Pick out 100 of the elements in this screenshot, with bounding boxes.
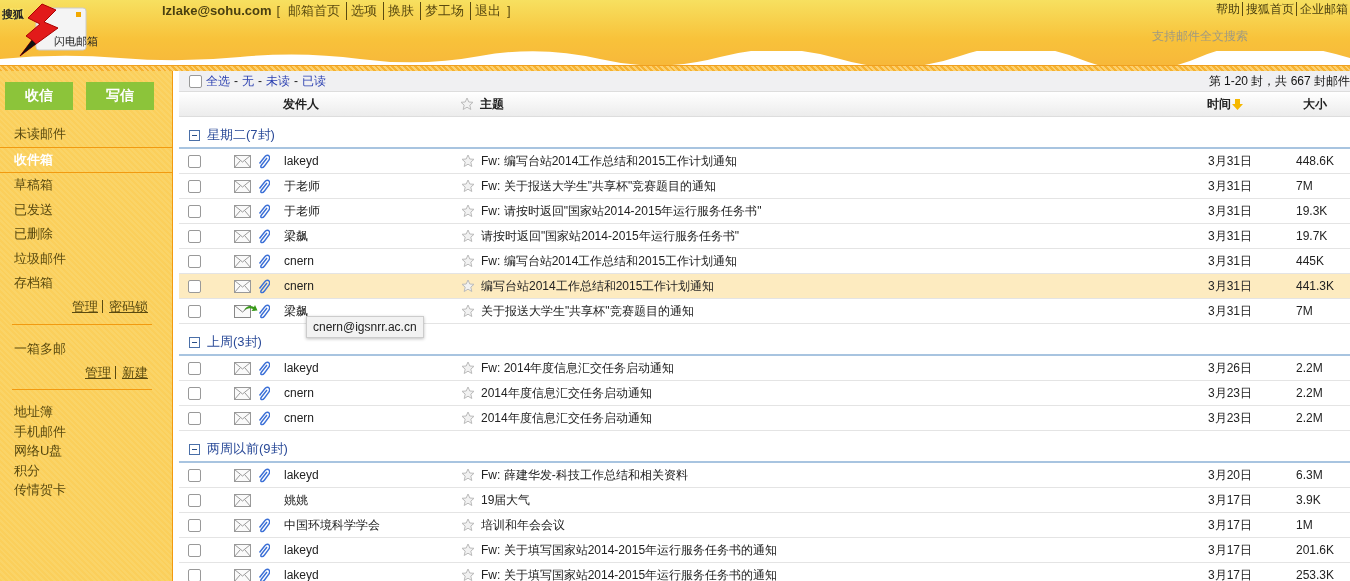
top-link[interactable]: 搜狐首页 [1242, 2, 1296, 16]
collapse-icon[interactable] [189, 336, 200, 348]
star-icon[interactable] [461, 279, 475, 293]
mail-row[interactable]: lakeyd Fw: 2014年度信息汇交任务启动通知 3月26日 2.2M [179, 356, 1350, 381]
row-checkbox[interactable] [188, 468, 201, 482]
group-title: 两周以前(9封) [207, 440, 288, 458]
nav-link[interactable]: 退出 [470, 2, 508, 20]
star-icon[interactable] [461, 468, 475, 482]
tool-item[interactable]: 传情贺卡 [0, 480, 172, 500]
tool-item[interactable]: 手机邮件 [0, 421, 172, 441]
row-checkbox[interactable] [188, 361, 201, 375]
column-header[interactable]: 大小 [1303, 95, 1327, 113]
mail-row[interactable]: cnern 2014年度信息汇交任务启动通知 3月23日 2.2M [179, 406, 1350, 431]
star-icon[interactable] [461, 179, 475, 193]
paperclip-icon [258, 517, 270, 533]
mail-row[interactable]: 姚姚 19届大气 3月17日 3.9K [179, 488, 1350, 513]
select-all-checkbox[interactable] [189, 74, 202, 88]
mail-row[interactable]: cnern 编写台站2014工作总结和2015工作计划通知 3月31日 441.3K [179, 274, 1350, 299]
top-link[interactable]: 帮助 [1213, 2, 1242, 16]
row-checkbox[interactable] [188, 493, 201, 507]
folder-item[interactable]: 草稿箱 [0, 173, 172, 198]
size-cell: 19.3K [1296, 204, 1328, 218]
tool-item[interactable]: 地址簿 [0, 402, 172, 422]
paperclip-icon [258, 410, 270, 426]
star-icon[interactable] [460, 97, 474, 111]
manage-link[interactable]: 密码锁 [102, 300, 152, 313]
select-link[interactable]: 未读 [266, 72, 290, 90]
row-checkbox[interactable] [188, 543, 201, 557]
row-checkbox[interactable] [188, 518, 201, 532]
envelope-icon [234, 518, 251, 532]
row-checkbox[interactable] [188, 568, 201, 581]
folder-item[interactable]: 存档箱 [0, 271, 172, 296]
star-icon[interactable] [461, 568, 475, 581]
row-checkbox[interactable] [188, 386, 201, 400]
row-checkbox[interactable] [188, 179, 201, 193]
sender-cell-text: lakeyd [284, 361, 320, 375]
nav-link[interactable]: 选项 [346, 2, 384, 20]
collapse-icon[interactable] [189, 443, 200, 455]
tool-item[interactable]: 积分 [0, 460, 172, 480]
row-checkbox[interactable] [188, 279, 201, 293]
row-checkbox[interactable] [188, 154, 201, 168]
row-checkbox[interactable] [188, 411, 201, 425]
mail-row[interactable]: lakeyd Fw: 薛建华发-科技工作总结和相关资料 3月20日 6.3M [179, 463, 1350, 488]
star-icon[interactable] [461, 204, 475, 218]
star-icon[interactable] [461, 154, 475, 168]
select-link[interactable]: 全选 [206, 72, 230, 90]
tool-item[interactable]: 网络U盘 [0, 441, 172, 461]
nav-link[interactable]: 换肤 [383, 2, 421, 20]
mail-row[interactable]: 梁飙 请按时返回"国家站2014-2015年运行服务任务书" 3月31日 19.7K [179, 224, 1350, 249]
date-cell-text: 3月31日 [1208, 202, 1254, 220]
date-cell-text: 3月26日 [1208, 359, 1254, 377]
logo-name-text: 闪电邮箱 [54, 34, 98, 49]
star-icon[interactable] [461, 254, 475, 268]
mail-row[interactable]: lakeyd Fw: 编写台站2014工作总结和2015工作计划通知 3月31日 448.6K [179, 149, 1350, 174]
size-cell: 445K [1296, 254, 1325, 268]
row-checkbox[interactable] [188, 254, 201, 268]
row-checkbox[interactable] [188, 304, 201, 318]
envelope-icon [234, 204, 251, 218]
top-link[interactable]: 企业邮箱 [1296, 2, 1350, 16]
envelope-icon [234, 493, 251, 507]
paperclip-icon [258, 228, 270, 244]
star-icon[interactable] [461, 543, 475, 557]
sort-down-arrow-icon[interactable] [1232, 98, 1243, 110]
star-icon[interactable] [461, 493, 475, 507]
select-link[interactable]: 无 [242, 72, 254, 90]
folder-item[interactable]: 已删除 [0, 222, 172, 247]
mail-row[interactable]: lakeyd Fw: 关于填写国家站2014-2015年运行服务任务书的通知 3月17日 253.3K [179, 563, 1350, 581]
column-header[interactable]: 时间 [1207, 95, 1231, 113]
envelope-icon [234, 229, 251, 243]
nav-link[interactable]: 梦工场 [420, 2, 471, 20]
row-checkbox[interactable] [188, 229, 201, 243]
star-icon[interactable] [461, 411, 475, 425]
multi-mailbox-item[interactable]: 一箱多邮 [0, 336, 172, 361]
star-icon[interactable] [461, 304, 475, 318]
select-link[interactable]: 已读 [302, 72, 326, 90]
folder-item[interactable]: 已发送 [0, 197, 172, 222]
manage-link[interactable]: 新建 [115, 365, 152, 379]
star-icon[interactable] [461, 518, 475, 532]
star-icon[interactable] [461, 229, 475, 243]
star-icon[interactable] [461, 361, 475, 375]
subject-cell-text: Fw: 2014年度信息汇交任务启动通知 [481, 359, 676, 377]
mail-row[interactable]: 于老师 Fw: 请按时返回"国家站2014-2015年运行服务任务书" 3月31日 19.3K [179, 199, 1350, 224]
manage-link[interactable]: 管理 [66, 300, 102, 313]
row-checkbox[interactable] [188, 204, 201, 218]
collapse-icon[interactable] [189, 129, 200, 141]
mail-row[interactable]: 中国环境科学学会 培训和年会会议 3月17日 1M [179, 513, 1350, 538]
mail-row[interactable]: lakeyd Fw: 关于填写国家站2014-2015年运行服务任务书的通知 3月17日 201.6K [179, 538, 1350, 563]
manage-link[interactable]: 管理 [79, 365, 115, 379]
column-header[interactable]: 主题 [480, 95, 1207, 113]
column-header[interactable]: 发件人 [283, 95, 457, 113]
mail-row[interactable]: 于老师 Fw: 关于报送大学生"共享杯"竞赛题目的通知 3月31日 7M [179, 174, 1350, 199]
date-cell-text: 3月17日 [1208, 566, 1254, 581]
folder-item[interactable]: 未读邮件 [0, 122, 172, 147]
subject-cell-text: Fw: 关于填写国家站2014-2015年运行服务任务书的通知 [481, 541, 779, 559]
nav-link[interactable]: 邮箱首页 [284, 2, 347, 20]
subject-cell-text: 请按时返回"国家站2014-2015年运行服务任务书" [481, 227, 740, 245]
folder-item[interactable]: 垃圾邮件 [0, 246, 172, 271]
star-icon[interactable] [461, 386, 475, 400]
subject-cell-text: 2014年度信息汇交任务启动通知 [481, 409, 653, 427]
mail-row[interactable]: cnern 2014年度信息汇交任务启动通知 3月23日 2.2M [179, 381, 1350, 406]
